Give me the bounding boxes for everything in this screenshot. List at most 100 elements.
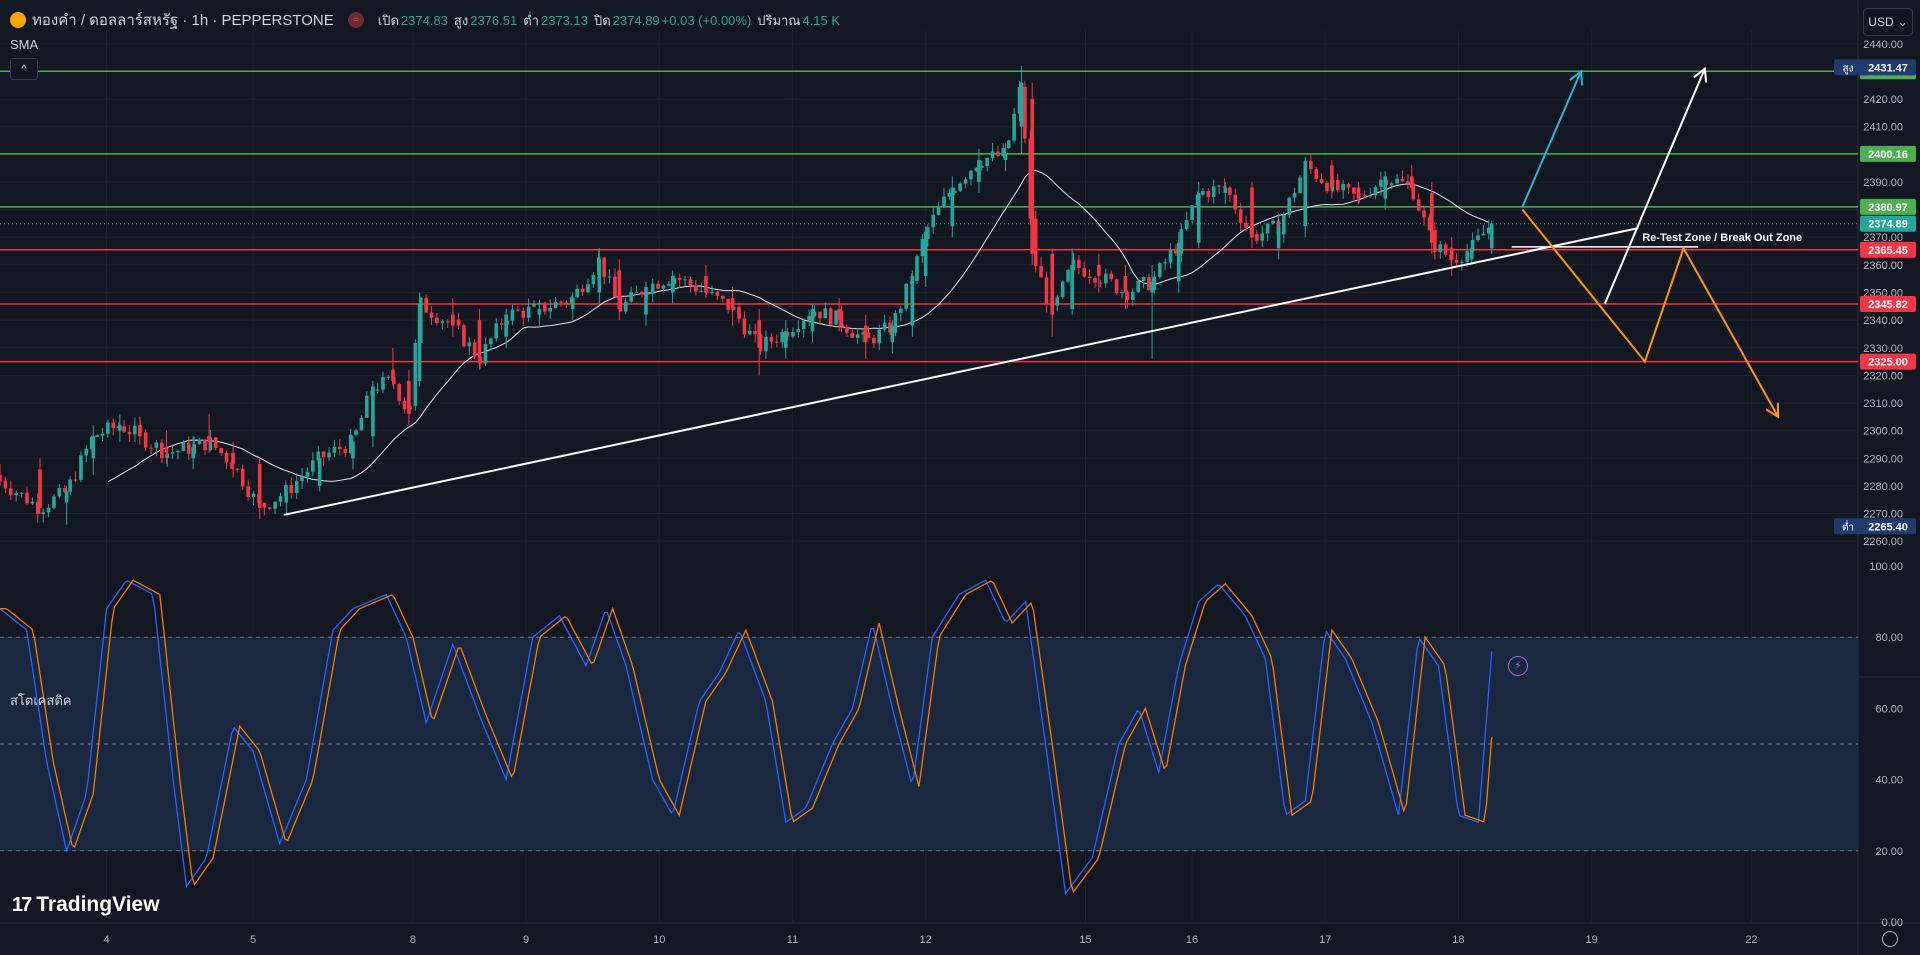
- time-tick-label: 11: [787, 934, 798, 946]
- high-marker-label: 2431.47: [1868, 62, 1908, 74]
- low-label: ต่ำ: [523, 12, 539, 28]
- candle-body: [91, 436, 96, 459]
- candle-body: [564, 302, 569, 304]
- candle-body: [629, 291, 633, 302]
- candle-body: [1260, 233, 1265, 241]
- candle-body: [1228, 187, 1232, 195]
- candle-body: [977, 159, 981, 182]
- candle-body: [25, 492, 29, 504]
- candle-body: [462, 325, 466, 347]
- candle-body: [683, 279, 687, 281]
- candle-body: [1012, 113, 1016, 141]
- candle-body: [111, 422, 116, 428]
- candle-body: [213, 437, 218, 448]
- candle-body: [138, 425, 142, 437]
- candle-body: [990, 151, 995, 158]
- candle-body: [661, 285, 666, 289]
- candle-body: [656, 283, 660, 289]
- candle-body: [882, 322, 887, 330]
- candle-body: [1136, 281, 1140, 292]
- candle-body: [591, 274, 596, 285]
- price-tick-label: 2420.00: [1863, 94, 1903, 106]
- candle-body: [371, 386, 375, 437]
- candle-body: [1325, 182, 1329, 192]
- chart-canvas[interactable]: 2440.002430.002420.002410.002400.002390.…: [0, 0, 1920, 955]
- level-price-label: 2365.45: [1868, 245, 1908, 257]
- candle-body: [1389, 183, 1394, 186]
- drawings[interactable]: Re-Test Zone / Break Out Zone: [283, 66, 1802, 516]
- collapse-indicators-button[interactable]: ^: [10, 58, 38, 80]
- candle-body: [429, 312, 434, 318]
- candle-body: [143, 432, 148, 448]
- projection-cyan: [1521, 71, 1582, 208]
- candle-body: [1033, 218, 1038, 267]
- candle-body: [828, 308, 833, 325]
- candle-body: [1223, 187, 1228, 194]
- time-tick-label: 5: [250, 934, 256, 946]
- price-tick-label: 2310.00: [1863, 398, 1903, 410]
- candle-body: [321, 451, 326, 458]
- candle-body: [704, 275, 708, 293]
- candle-body: [79, 455, 83, 480]
- currency-selector[interactable]: USD ⌄: [1863, 8, 1913, 36]
- candle-body: [95, 435, 99, 437]
- candle-body: [753, 330, 757, 335]
- candle-body: [688, 279, 693, 286]
- candle-body: [294, 481, 299, 493]
- low-value: 2373.13: [540, 12, 588, 28]
- candle-body: [181, 442, 186, 451]
- candle-body: [521, 310, 526, 318]
- candle-body: [607, 276, 612, 278]
- candle-body: [1481, 233, 1486, 236]
- candle-body: [489, 338, 493, 345]
- candle-body: [737, 306, 741, 319]
- price-tick-label: 2290.00: [1863, 453, 1903, 465]
- time-tick-label: 4: [103, 934, 109, 946]
- candle-body: [1123, 275, 1128, 293]
- candle-body: [780, 331, 784, 343]
- horizontal-levels[interactable]: [0, 70, 1858, 363]
- candle-body: [1255, 234, 1259, 241]
- candle-body: [1465, 251, 1470, 262]
- candle-body: [1373, 186, 1378, 196]
- candle-body: [910, 275, 915, 326]
- candle-body: [694, 285, 698, 292]
- price-axis[interactable]: 2440.002430.002420.002410.002400.002390.…: [1863, 39, 1903, 929]
- candle-body: [1157, 263, 1162, 277]
- candle-body: [950, 187, 955, 227]
- candle-body: [1044, 277, 1049, 304]
- candle-body: [969, 170, 973, 180]
- candle-body: [1150, 281, 1154, 293]
- candle-body: [1265, 223, 1270, 234]
- candle-body: [1066, 270, 1070, 282]
- candle-body: [1050, 253, 1055, 315]
- candle-body: [710, 291, 714, 294]
- stoch-tick-label: 60.00: [1875, 703, 1903, 715]
- market-status-icon[interactable]: ≈: [347, 12, 364, 28]
- stochastic-label[interactable]: สโตเคสติค: [10, 690, 72, 711]
- candle-body: [872, 337, 876, 344]
- candle-body: [942, 196, 946, 208]
- candle-body: [284, 491, 289, 503]
- candle-body: [57, 487, 62, 497]
- candle-body: [262, 503, 267, 508]
- candle-body: [338, 446, 342, 450]
- candle-body: [407, 380, 411, 415]
- time-tick-label: 22: [1745, 934, 1757, 946]
- settings-icon[interactable]: [1882, 931, 1898, 947]
- sma-indicator-label[interactable]: SMA: [10, 37, 38, 52]
- bolt-icon[interactable]: ⚡: [1508, 656, 1528, 676]
- tradingview-logo[interactable]: 17 TradingView: [12, 893, 160, 917]
- candle-body: [317, 458, 322, 486]
- candle-body: [923, 231, 928, 276]
- candle-body: [764, 336, 768, 352]
- candle-body: [1282, 214, 1286, 235]
- candle-body: [391, 369, 395, 381]
- candle-body: [1030, 99, 1035, 254]
- candle-body: [623, 301, 628, 312]
- candle-body: [613, 276, 617, 297]
- time-tick-label: 10: [653, 934, 665, 946]
- time-axis[interactable]: 4 5 8 9 10 11 12 15 16 17 18 19 22: [103, 934, 1757, 946]
- candle-body: [84, 448, 89, 456]
- symbol-title[interactable]: ทองคำ / ดอลลาร์สหรัฐ · 1h · PEPPERSTONE: [32, 8, 334, 32]
